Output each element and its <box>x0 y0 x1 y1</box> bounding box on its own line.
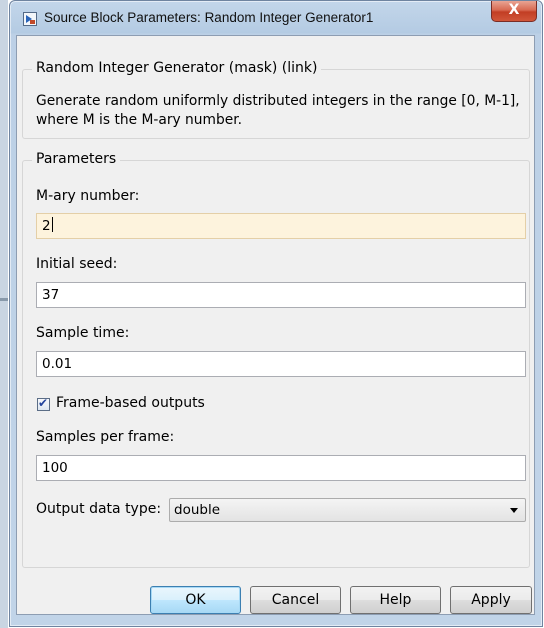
sample-time-label: Sample time: <box>36 325 130 341</box>
close-icon: X <box>508 2 520 18</box>
mary-number-value: 2 <box>42 218 51 234</box>
initial-seed-input[interactable]: 37 <box>36 282 526 308</box>
chevron-down-icon <box>510 508 518 513</box>
close-button[interactable]: X <box>491 1 537 22</box>
ok-button[interactable]: OK <box>150 586 241 614</box>
output-data-type-value: double <box>174 502 221 518</box>
sample-time-input[interactable]: 0.01 <box>36 351 526 377</box>
mask-description-line-1: Generate random uniformly distributed in… <box>36 93 520 109</box>
mary-number-input[interactable]: 2 <box>36 213 526 239</box>
apply-button[interactable]: Apply <box>450 586 532 614</box>
dialog-client-area: Random Integer Generator (mask) (link) G… <box>16 35 535 615</box>
mask-group-title: Random Integer Generator (mask) (link) <box>32 60 322 76</box>
cancel-button[interactable]: Cancel <box>250 586 341 614</box>
parameters-group-title: Parameters <box>32 151 121 167</box>
samples-per-frame-label: Samples per frame: <box>36 429 175 445</box>
frame-based-outputs-label[interactable]: Frame-based outputs <box>56 395 205 411</box>
background-window-edge <box>0 0 8 628</box>
simulink-block-icon <box>23 12 37 26</box>
initial-seed-label: Initial seed: <box>36 256 118 272</box>
frame-based-outputs-checkbox[interactable] <box>37 396 50 411</box>
output-data-type-label: Output data type: <box>36 501 162 517</box>
mask-description-line-2: where M is the M-ary number. <box>36 112 243 128</box>
window-title: Source Block Parameters: Random Integer … <box>44 10 374 25</box>
text-cursor <box>51 217 53 232</box>
mary-number-label: M-ary number: <box>36 188 140 204</box>
help-button[interactable]: Help <box>350 586 441 614</box>
background-window-marker <box>0 298 8 301</box>
samples-per-frame-input[interactable]: 100 <box>36 455 526 481</box>
output-data-type-select[interactable]: double <box>169 498 526 522</box>
dialog-window: Source Block Parameters: Random Integer … <box>9 0 543 627</box>
title-bar[interactable]: Source Block Parameters: Random Integer … <box>10 1 542 35</box>
